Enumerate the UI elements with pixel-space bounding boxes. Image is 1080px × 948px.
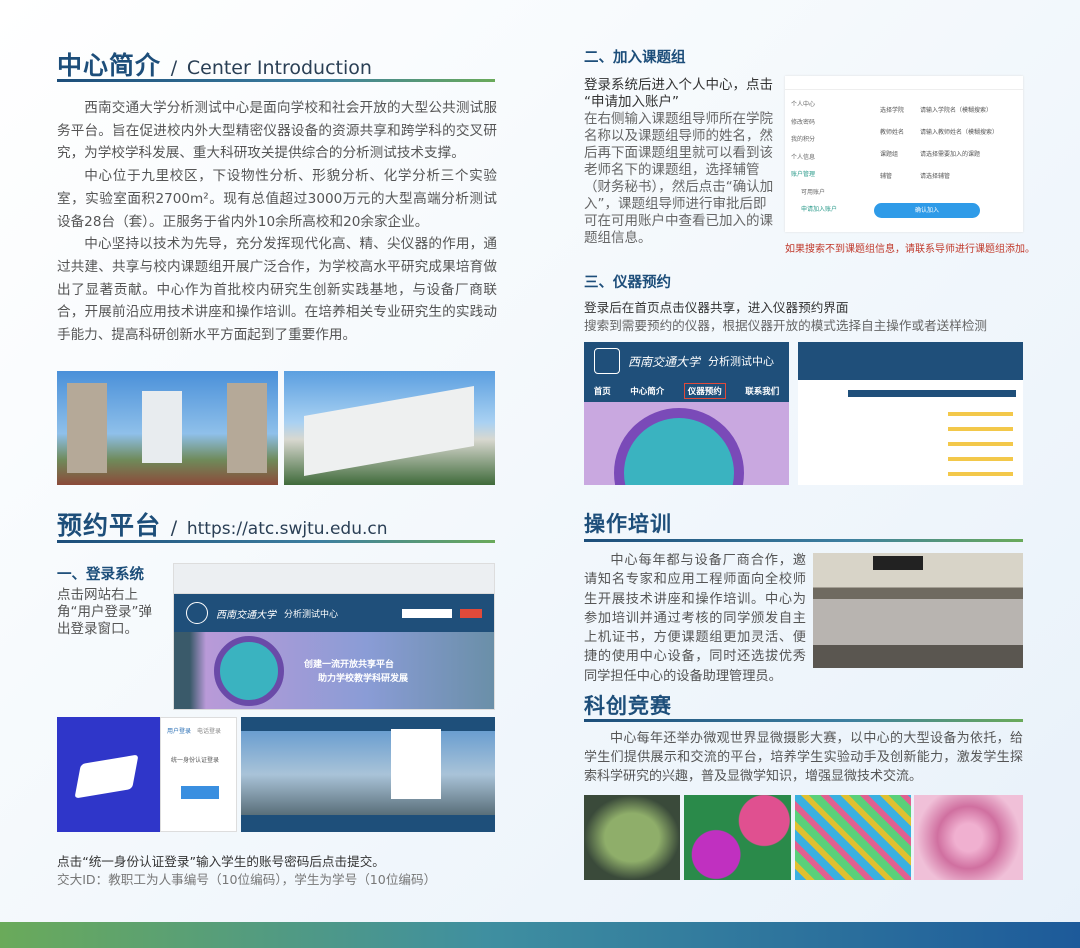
menu-item[interactable]: 修改密码: [791, 114, 837, 132]
booking-line2: 搜索到需要预约的仪器，根据仪器开放的模式选择自主操作或者送样检测: [584, 318, 987, 333]
footer-bar: [0, 922, 1080, 948]
contest-title: 科创竞赛: [584, 694, 672, 718]
micrograph-1: [584, 795, 680, 880]
browser-bar: [174, 564, 494, 594]
join-note: 如果搜索不到课题组信息，请联系导师进行课题组添加。: [785, 244, 1035, 255]
website-screenshot: 西南交通大学 分析测试中心 创建一流开放共享平台 助力学校教学科研发展: [173, 563, 495, 710]
login-illustration: [57, 717, 160, 832]
training-title: 操作培训: [584, 512, 672, 536]
training-group-photo: [813, 553, 1023, 668]
booking-heading: 三、仪器预约: [584, 275, 671, 291]
intro-body: 西南交通大学分析测试中心是面向学校和社会开放的大型公共测试服务平台。旨在促进校内…: [57, 100, 497, 344]
login-button[interactable]: [460, 608, 482, 618]
login-caption: 点击“统一身份认证登录”输入学生的账号密码后点击提交。: [57, 854, 385, 869]
join-screenshot: 个人中心 修改密码 我的积分 个人信息 账户管理 可用账户 申请加入账户 选择学院 请输入学院…: [785, 76, 1023, 232]
logo-icon: [186, 602, 208, 624]
micrograph-4: [914, 795, 1023, 880]
divider: [57, 79, 495, 82]
manager-select[interactable]: 请选择辅管: [920, 173, 950, 180]
login-heading: 一、登录系统: [57, 567, 144, 583]
id-caption: 交大ID：教职工为人事编号（10位编码），学生为学号（10位编码）: [57, 872, 437, 887]
confirm-join-button[interactable]: 确认加入: [874, 203, 980, 218]
menu-item[interactable]: 账户管理: [791, 166, 837, 184]
booking-list-screenshot: [798, 342, 1023, 485]
divider: [584, 719, 1023, 722]
menu-item[interactable]: 个人信息: [791, 149, 837, 167]
sso-login-screenshot: [241, 717, 495, 832]
contest-text: 中心每年还举办微观世界显微摄影大赛，以中心的大型设备为依托，给学生们提供展示和交…: [584, 731, 1023, 784]
platform-title: 预约平台 / https://atc.swjtu.edu.cn: [57, 511, 388, 540]
banner: 创建一流开放共享平台 助力学校教学科研发展: [174, 632, 494, 709]
college-input[interactable]: 请输入学院名（模糊搜索）: [920, 107, 992, 114]
micrograph-3: [795, 795, 911, 880]
menu-item[interactable]: 个人中心: [791, 96, 837, 114]
teacher-input[interactable]: 请输入教师姓名（模糊搜索）: [920, 129, 998, 136]
join-heading: 二、加入课题组: [584, 50, 686, 66]
menu-item[interactable]: 可用账户: [791, 184, 837, 202]
intro-title: 中心简介 / Center Introduction: [57, 51, 372, 80]
nav-home[interactable]: 首页: [594, 385, 611, 397]
training-text: 中心每年都与设备厂商合作，邀请知名专家和应用工程师面向全校师生开展技术讲座和操作…: [584, 553, 806, 684]
micrograph-2: [684, 795, 791, 880]
login-dialog: 用户登录 电话登录 统一身份认证登录: [160, 717, 237, 832]
booking-line1: 登录后在首页点击仪器共享，进入仪器预约界面: [584, 300, 849, 315]
unified-login-option[interactable]: 统一身份认证登录: [161, 743, 236, 776]
platform-url-link[interactable]: https://atc.swjtu.edu.cn: [187, 519, 388, 539]
divider: [57, 540, 495, 543]
submit-button[interactable]: [181, 786, 219, 799]
menu-item[interactable]: 申请加入账户: [791, 201, 837, 219]
login-form: [391, 729, 441, 799]
tab-phone-login[interactable]: 电话登录: [197, 726, 221, 735]
login-text: 点击网站右上角“用户登录”弹出登录窗口。: [57, 587, 152, 637]
campus-gate-photo: [57, 371, 278, 485]
nav-booking[interactable]: 仪器预约: [683, 383, 726, 399]
center-building-photo: [284, 371, 495, 485]
homepage-screenshot: 西南交通大学 分析测试中心 首页 中心简介 仪器预约 联系我们: [584, 342, 789, 485]
nav-contact[interactable]: 联系我们: [745, 385, 779, 397]
group-select[interactable]: 请选择需要加入的课题: [920, 151, 980, 158]
logo-icon: [594, 348, 620, 374]
nav-intro[interactable]: 中心简介: [630, 385, 664, 397]
join-text: 登录系统后进入个人中心，点击 “申请加入账户” 在右侧输入课题组导师所在学院名称…: [584, 77, 774, 246]
menu-item[interactable]: 我的积分: [791, 131, 837, 149]
tab-user-login[interactable]: 用户登录: [167, 726, 191, 735]
divider: [584, 539, 1023, 542]
